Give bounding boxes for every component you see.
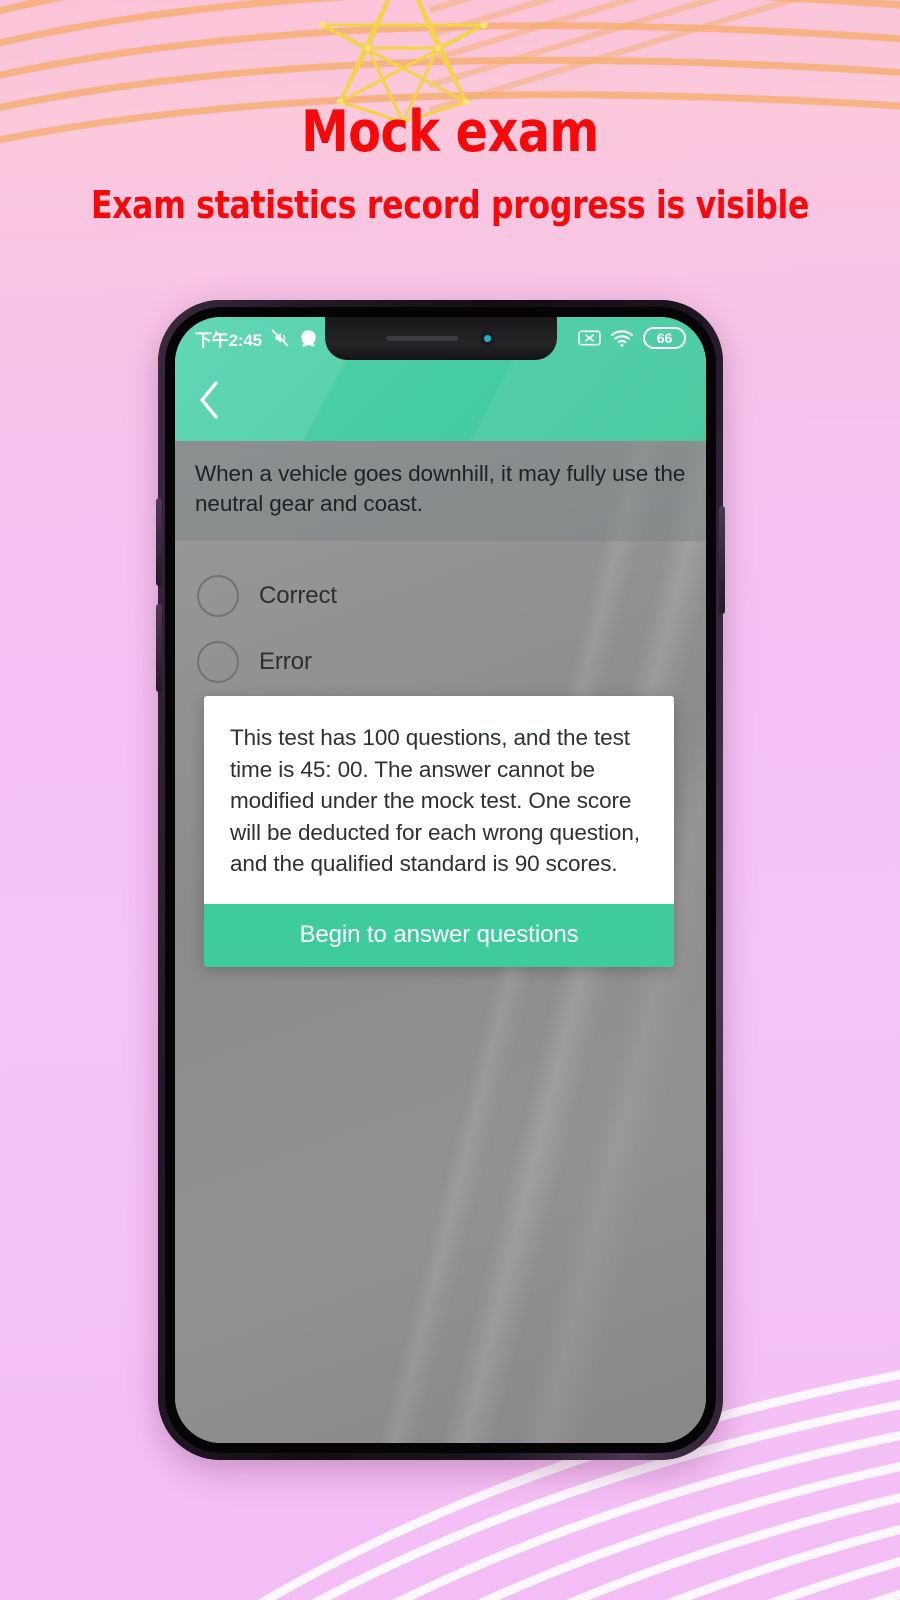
option-error[interactable]: Error [197,629,706,695]
qq-icon [301,329,316,347]
phone-screen: 下午2:45 66 When a vehicle goes downhill, … [175,317,706,1443]
dialog-message: This test has 100 questions, and the tes… [204,696,674,904]
battery-level-label: 66 [656,330,673,346]
exam-content: When a vehicle goes downhill, it may ful… [175,441,706,1443]
promo-subtitle: Exam statistics record progress is visib… [90,183,810,227]
chevron-left-icon [200,381,218,419]
battery-icon: 66 [643,327,686,349]
promo-title: Mock exam [301,99,599,165]
option-label: Correct [259,581,337,609]
radio-icon [197,640,239,683]
phone-notch [324,317,557,360]
exam-intro-dialog: This test has 100 questions, and the tes… [204,696,674,967]
volume-up-button[interactable] [156,498,162,586]
radio-icon [197,574,239,617]
front-camera-icon [480,331,495,346]
promo-page: Mock exam Exam statistics record progres… [0,0,900,1600]
wifi-icon [611,330,633,347]
no-sim-icon [578,330,601,346]
back-button[interactable] [175,359,706,441]
mute-icon [271,329,289,347]
earpiece-speaker [386,336,458,341]
answer-options: Correct Error [175,541,706,695]
question-block: When a vehicle goes downhill, it may ful… [175,441,706,541]
volume-down-button[interactable] [156,604,162,692]
option-label: Error [259,647,312,675]
option-correct[interactable]: Correct [197,563,706,629]
begin-answer-button[interactable]: Begin to answer questions [204,903,674,967]
power-button[interactable] [719,506,725,614]
phone-mockup: 下午2:45 66 When a vehicle goes downhill, … [156,300,725,1460]
question-text: When a vehicle goes downhill, it may ful… [195,461,686,516]
status-bar-time: 下午2:45 [195,330,262,350]
app-header: 下午2:45 66 [175,317,706,441]
